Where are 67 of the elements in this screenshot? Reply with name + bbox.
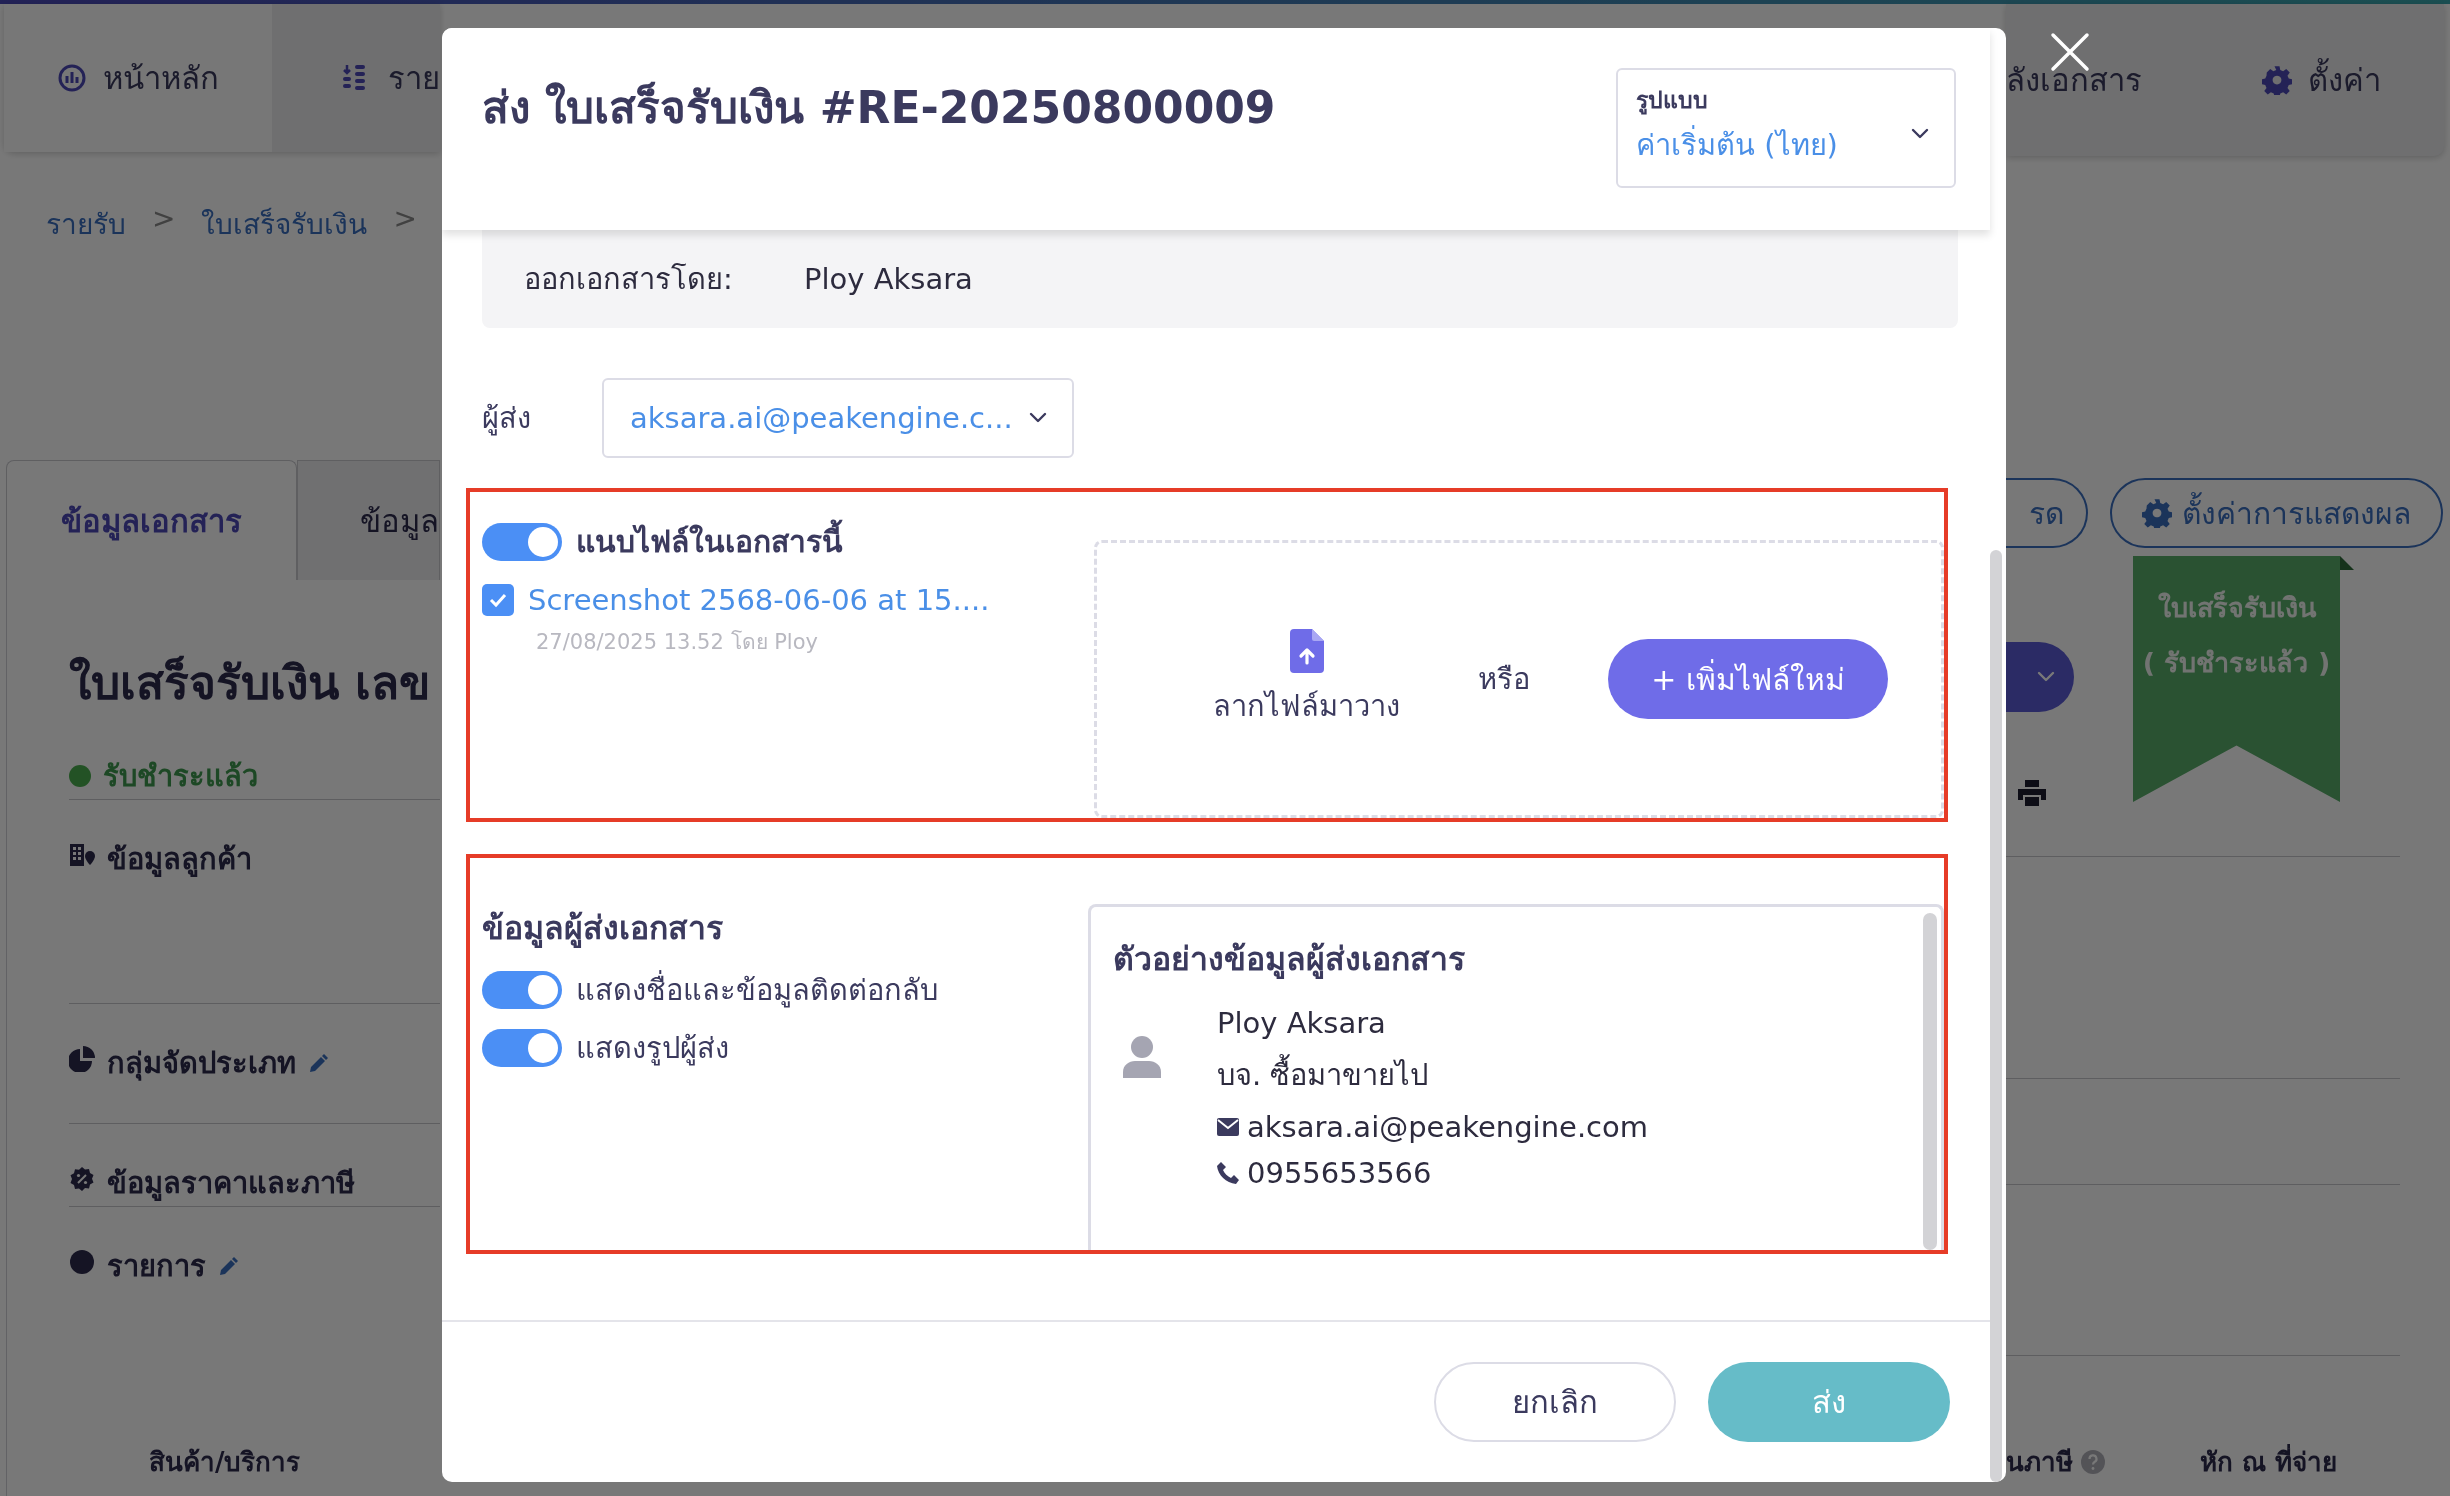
drop-zone[interactable]: ลากไฟล์มาวาง หรือ + เพิ่มไฟล์ใหม่ — [1094, 540, 1944, 818]
section-title: ข้อมูลลูกค้า — [107, 841, 252, 879]
outline-button[interactable]: รด — [2006, 478, 2088, 548]
tab[interactable]: ข้อมูล — [297, 460, 440, 580]
gear-icon — [2142, 498, 2172, 528]
pencil-icon[interactable] — [308, 1054, 328, 1074]
checkbox[interactable] — [482, 584, 514, 616]
field-label: ผู้ส่ง — [482, 400, 532, 438]
nav-item[interactable]: ราย — [272, 4, 440, 152]
section-title: กลุ่มจัดประเภท — [107, 1045, 296, 1083]
pie-chart-icon — [69, 1046, 95, 1072]
nav-item[interactable]: หน้าหลัก — [4, 4, 272, 152]
field-value: Ploy Aksara — [804, 262, 973, 296]
percent-badge-icon — [69, 1166, 95, 1192]
breadcrumb-link[interactable]: ใบเสร็จรับเงิน — [201, 202, 368, 246]
drop-hint: ลากไฟล์มาวาง — [1213, 688, 1400, 725]
add-file-button[interactable]: + เพิ่มไฟล์ใหม่ — [1608, 639, 1888, 719]
toggle-switch[interactable] — [482, 522, 562, 561]
section-title: ข้อมูลผู้ส่งเอกสาร — [482, 908, 724, 950]
file-link[interactable]: Screenshot 2568-06-06 at 15.... — [528, 583, 990, 617]
phone-icon — [1217, 1162, 1239, 1184]
dropdown-button[interactable] — [2006, 642, 2074, 712]
outline-button[interactable]: ตั้งค่าการแสดงผล — [2110, 478, 2443, 548]
avatar-icon — [1123, 1036, 1161, 1078]
dashboard-icon — [57, 63, 87, 93]
toggle-label: แสดงรูปผู้ส่ง — [576, 1030, 729, 1068]
sender-company: บจ. ซื้อมาขายไป — [1217, 1052, 1649, 1098]
sender-email: aksara.ai@peakengine.com — [1247, 1110, 1649, 1144]
sender-dropdown[interactable]: aksara.ai@peakengine.c... — [602, 378, 1074, 458]
cancel-button[interactable]: ยกเลิก — [1434, 1362, 1676, 1442]
field-label: ออกเอกสารโดย: — [524, 261, 734, 298]
breadcrumb-separator: > — [152, 202, 176, 237]
format-dropdown[interactable]: รูปแบบ ค่าเริ่มต้น (ไทย) — [1616, 68, 1956, 188]
send-button[interactable]: ส่ง — [1708, 1362, 1950, 1442]
status-dot — [69, 765, 91, 787]
sender-name: Ploy Aksara — [1217, 1006, 1387, 1040]
nav-item[interactable]: ตั้งค่า — [2262, 4, 2381, 156]
toggle-label: แนบไฟล์ในเอกสารนี้ — [576, 518, 843, 565]
toggle-switch[interactable] — [482, 971, 562, 1009]
pencil-icon[interactable] — [218, 1257, 238, 1277]
building-icon — [69, 842, 95, 868]
status-label: รับชำระแล้ว — [103, 758, 258, 795]
ribbon-title: ใบเสร็จรับเงิน — [2157, 589, 2316, 625]
document-title: ใบเสร็จรับเงิน เลข — [69, 654, 431, 712]
printer-icon[interactable] — [2018, 780, 2046, 806]
breadcrumb-link[interactable]: รายรับ — [46, 202, 126, 246]
breadcrumb-separator: > — [393, 202, 417, 237]
nav-item[interactable]: ลังเอกสาร — [2006, 4, 2262, 156]
toggle-switch[interactable] — [482, 1029, 562, 1067]
preview-title: ตัวอย่างข้อมูลผู้ส่งเอกสาร — [1113, 939, 1466, 981]
scrollbar[interactable] — [1990, 550, 2002, 1482]
sender-phone: 0955653566 — [1247, 1156, 1432, 1190]
gear-icon — [2262, 65, 2292, 95]
column-header: นภาษี — [2006, 1446, 2073, 1479]
section-title: ข้อมูลราคาและภาษี — [107, 1165, 355, 1203]
circle-icon — [69, 1249, 95, 1275]
tab[interactable]: ข้อมูลเอกสาร — [6, 460, 297, 580]
dialog-title: ส่ง ใบเสร็จรับเงิน #RE-20250800009 — [482, 80, 1276, 135]
ribbon-status: ( รับชำระแล้ว ) — [2142, 646, 2331, 680]
file-meta: 27/08/2025 13.52 โดย Ploy — [536, 629, 819, 656]
separator-label: หรือ — [1478, 661, 1530, 698]
mail-icon — [1217, 1118, 1239, 1136]
toggle-label: แสดงชื่อและข้อมูลติดต่อกลับ — [576, 967, 938, 1013]
section-title: รายการ — [107, 1248, 206, 1285]
column-header: สินค้า/บริการ — [148, 1446, 302, 1479]
file-upload-icon — [1289, 629, 1324, 673]
scrollbar[interactable] — [1923, 913, 1937, 1250]
